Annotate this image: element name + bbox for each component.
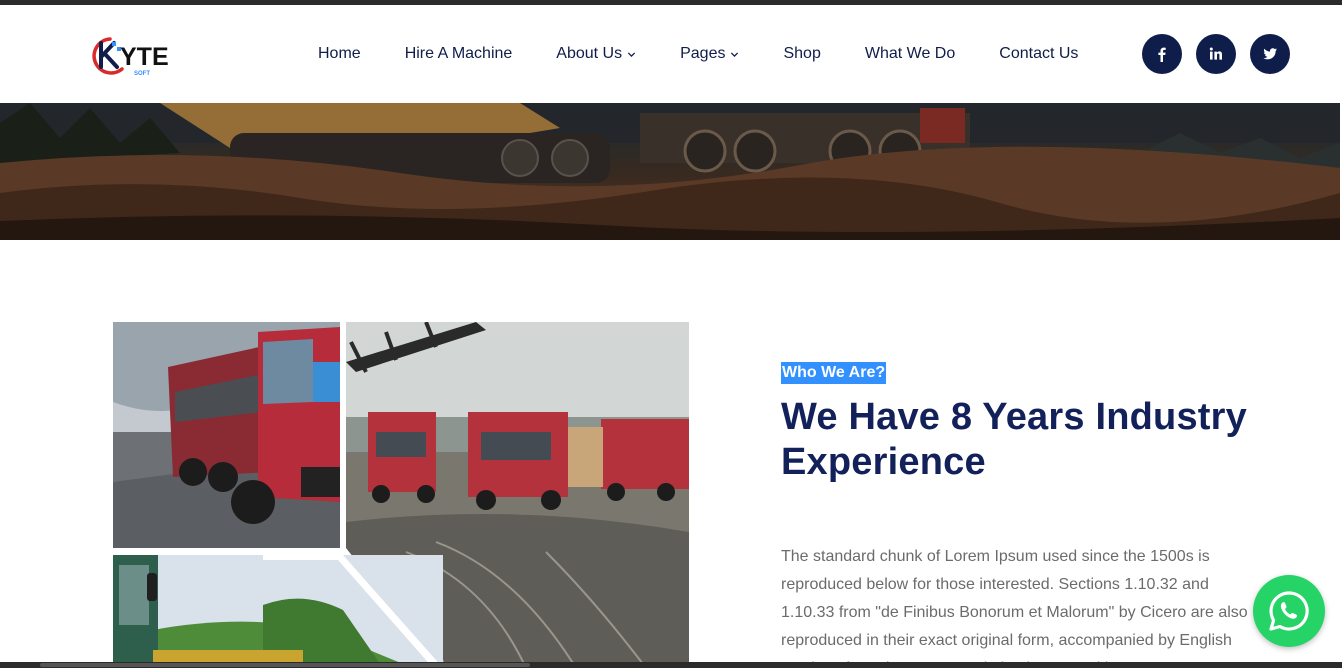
about-content: Who We Are? We Have 8 Years Industry Exp… <box>781 362 1261 668</box>
section-eyebrow: Who We Are? <box>781 362 887 384</box>
logo-subtext: SOFT <box>134 71 150 77</box>
horizontal-scrollbar[interactable] <box>0 662 1342 668</box>
scrollbar-thumb[interactable] <box>40 663 530 667</box>
twitter-icon <box>1263 48 1277 60</box>
linkedin-icon <box>1209 47 1222 60</box>
excavator-photo-icon <box>113 555 443 668</box>
chevron-down-icon <box>628 51 636 57</box>
linkedin-button[interactable] <box>1196 34 1236 74</box>
logo-icon: YTE SOFT <box>92 37 169 77</box>
main-nav: Home Hire A Machine About Us Pages Shop … <box>318 5 1078 103</box>
twitter-button[interactable] <box>1250 34 1290 74</box>
site-header: YTE SOFT Home Hire A Machine About Us Pa… <box>0 5 1342 103</box>
logo-wordmark: YTE <box>120 43 169 71</box>
nav-home[interactable]: Home <box>318 45 361 63</box>
gallery-photo-excavator <box>113 555 443 668</box>
section-paragraph: The standard chunk of Lorem Ipsum used s… <box>781 548 1248 668</box>
facebook-icon <box>1158 47 1166 62</box>
section-title: We Have 8 Years Industry Experience <box>781 396 1247 483</box>
whatsapp-button[interactable] <box>1253 575 1325 647</box>
truck-photo-icon <box>113 322 340 548</box>
nav-shop[interactable]: Shop <box>783 45 820 63</box>
hero-construction-image <box>0 103 1340 240</box>
nav-what-we-do[interactable]: What We Do <box>865 45 955 63</box>
about-gallery <box>113 322 689 668</box>
chevron-down-icon <box>731 51 739 57</box>
hero-banner <box>0 103 1340 240</box>
nav-contact-us[interactable]: Contact Us <box>999 45 1078 63</box>
facebook-button[interactable] <box>1142 34 1182 74</box>
gallery-photo-truck-road <box>113 322 340 548</box>
social-links <box>1142 34 1290 74</box>
nav-pages[interactable]: Pages <box>680 45 739 63</box>
nav-about-us[interactable]: About Us <box>556 45 636 63</box>
whatsapp-icon <box>1269 591 1309 631</box>
site-logo[interactable]: YTE SOFT <box>86 33 198 79</box>
nav-hire-a-machine[interactable]: Hire A Machine <box>405 45 513 63</box>
